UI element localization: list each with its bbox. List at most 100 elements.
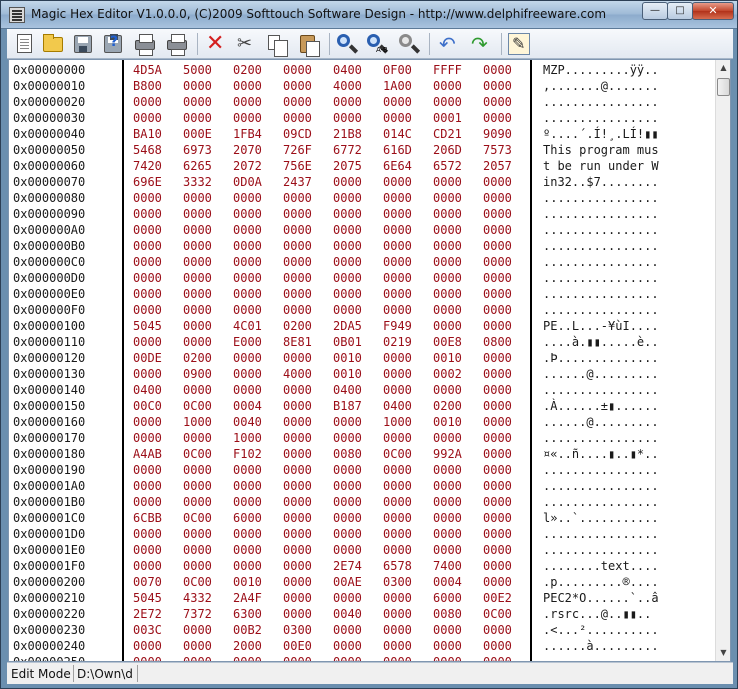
hex-word[interactable]: 0000 [183, 94, 212, 110]
hex-word[interactable]: 0000 [183, 254, 212, 270]
hex-word[interactable]: 0000 [433, 382, 462, 398]
hex-word[interactable]: 0000 [283, 94, 312, 110]
hex-word[interactable]: 00E8 [433, 334, 462, 350]
hex-word[interactable]: 0000 [333, 478, 362, 494]
hex-word[interactable]: 0000 [333, 174, 362, 190]
hex-word[interactable]: 0010 [433, 350, 462, 366]
hex-word[interactable]: 0000 [283, 526, 312, 542]
hex-word[interactable]: 0000 [483, 350, 512, 366]
hex-word[interactable]: 0000 [133, 478, 162, 494]
edit-mode-button[interactable] [507, 32, 531, 56]
hex-word[interactable]: 0000 [483, 558, 512, 574]
hex-word[interactable]: 0000 [433, 462, 462, 478]
hex-word[interactable]: 0000 [133, 190, 162, 206]
hex-word[interactable]: 0000 [133, 334, 162, 350]
hex-word[interactable]: 000E [183, 126, 212, 142]
hex-word[interactable]: 0200 [433, 398, 462, 414]
hex-word[interactable]: 00B2 [233, 622, 262, 638]
hex-word[interactable]: 0000 [283, 654, 312, 661]
hex-word[interactable]: 0000 [433, 174, 462, 190]
hex-word[interactable]: 0000 [483, 462, 512, 478]
hex-word[interactable]: 9090 [483, 126, 512, 142]
hex-word[interactable]: 0C00 [483, 606, 512, 622]
hex-word[interactable]: 0C00 [383, 446, 412, 462]
hex-word[interactable]: 0000 [483, 254, 512, 270]
hex-word[interactable]: 0000 [283, 350, 312, 366]
hex-word[interactable]: 0000 [183, 622, 212, 638]
ascii-text[interactable]: ................ [543, 478, 659, 494]
hex-word[interactable]: 0000 [183, 494, 212, 510]
hex-word[interactable]: 0000 [333, 206, 362, 222]
hex-word[interactable]: F102 [233, 446, 262, 462]
hex-word[interactable]: 3332 [183, 174, 212, 190]
hex-row[interactable]: 0x00000090 0000 0000 0000 0000 0000 0000 0000 00… [9, 206, 715, 222]
hex-word[interactable]: 0000 [383, 478, 412, 494]
hex-row[interactable]: 0x00000040 BA10 000E 1FB4 09CD 21B8 014C CD21 90… [9, 126, 715, 142]
hex-word[interactable]: 2A4F [233, 590, 262, 606]
hex-word[interactable]: 0000 [333, 222, 362, 238]
hex-word[interactable]: 0000 [433, 206, 462, 222]
hex-word[interactable]: 0000 [433, 254, 462, 270]
hex-word[interactable]: 0000 [233, 462, 262, 478]
hex-word[interactable]: 0000 [233, 350, 262, 366]
hex-word[interactable]: 014C [383, 126, 412, 142]
hex-row[interactable]: 0x00000080 0000 0000 0000 0000 0000 0000 0000 00… [9, 190, 715, 206]
hex-word[interactable]: 0000 [433, 526, 462, 542]
hex-word[interactable]: 0000 [483, 302, 512, 318]
hex-word[interactable]: 0000 [183, 78, 212, 94]
hex-row[interactable]: 0x00000000 4D5A 5000 0200 0000 0400 0F00 FFFF 00… [9, 62, 715, 78]
hex-word[interactable]: 0000 [133, 302, 162, 318]
hex-word[interactable]: 0000 [283, 222, 312, 238]
hex-row[interactable]: 0x00000010 B800 0000 0000 0000 4000 1A00 0000 00… [9, 78, 715, 94]
hex-word[interactable]: 0000 [283, 558, 312, 574]
hex-row[interactable]: 0x00000060 7420 6265 2072 756E 2075 6E64 6572 20… [9, 158, 715, 174]
hex-word[interactable]: 0000 [183, 654, 212, 661]
hex-word[interactable]: 0000 [183, 270, 212, 286]
hex-word[interactable]: 992A [433, 446, 462, 462]
hex-word[interactable]: 6300 [233, 606, 262, 622]
hex-row[interactable]: 0x000001E0 0000 0000 0000 0000 0000 0000 0000 00… [9, 542, 715, 558]
hex-word[interactable]: 0000 [133, 638, 162, 654]
hex-word[interactable]: 0070 [133, 574, 162, 590]
hex-word[interactable]: 0000 [383, 174, 412, 190]
hex-word[interactable]: B187 [333, 398, 362, 414]
hex-word[interactable]: 0000 [483, 286, 512, 302]
hex-word[interactable]: 0000 [283, 430, 312, 446]
hex-word[interactable]: 0800 [483, 334, 512, 350]
hex-word[interactable]: 4000 [283, 366, 312, 382]
hex-word[interactable]: 0300 [383, 574, 412, 590]
hex-word[interactable]: 0000 [233, 478, 262, 494]
hex-row[interactable]: 0x00000160 0000 1000 0040 0000 0000 1000 0010 00… [9, 414, 715, 430]
hex-word[interactable]: 0000 [183, 382, 212, 398]
hex-word[interactable]: 0000 [283, 62, 312, 78]
hex-word[interactable]: 0000 [433, 286, 462, 302]
hex-word[interactable]: 0000 [233, 78, 262, 94]
hex-word[interactable]: 4332 [183, 590, 212, 606]
hex-word[interactable]: 0000 [483, 110, 512, 126]
hex-word[interactable]: 0080 [433, 606, 462, 622]
hex-word[interactable]: 0040 [333, 606, 362, 622]
hex-word[interactable]: 0000 [383, 526, 412, 542]
hex-word[interactable]: 7372 [183, 606, 212, 622]
hex-word[interactable]: 0000 [483, 654, 512, 661]
hex-word[interactable]: 0080 [333, 446, 362, 462]
hex-word[interactable]: 0000 [133, 414, 162, 430]
hex-word[interactable]: 0000 [233, 238, 262, 254]
print-preview-button[interactable] [133, 32, 157, 56]
hex-word[interactable]: 0000 [233, 654, 262, 661]
ascii-text[interactable]: ......à......... [543, 638, 659, 654]
hex-word[interactable]: 0010 [333, 366, 362, 382]
ascii-text[interactable]: ................ [543, 542, 659, 558]
hex-row[interactable]: 0x00000050 5468 6973 2070 726F 6772 616D 206D 75… [9, 142, 715, 158]
hex-word[interactable]: 0000 [283, 398, 312, 414]
hex-word[interactable]: 696E [133, 174, 162, 190]
ascii-text[interactable]: .Þ.............. [543, 350, 659, 366]
hex-row[interactable]: 0x00000030 0000 0000 0000 0000 0000 0000 0001 00… [9, 110, 715, 126]
hex-word[interactable]: 0000 [483, 574, 512, 590]
ascii-text[interactable]: .À......±▮...... [543, 398, 659, 414]
vertical-scrollbar[interactable]: ▲ ▼ [715, 60, 730, 661]
hex-word[interactable]: 0000 [383, 542, 412, 558]
hex-word[interactable]: 0000 [283, 446, 312, 462]
find-next-button[interactable] [397, 32, 421, 56]
hex-word[interactable]: 0040 [233, 414, 262, 430]
